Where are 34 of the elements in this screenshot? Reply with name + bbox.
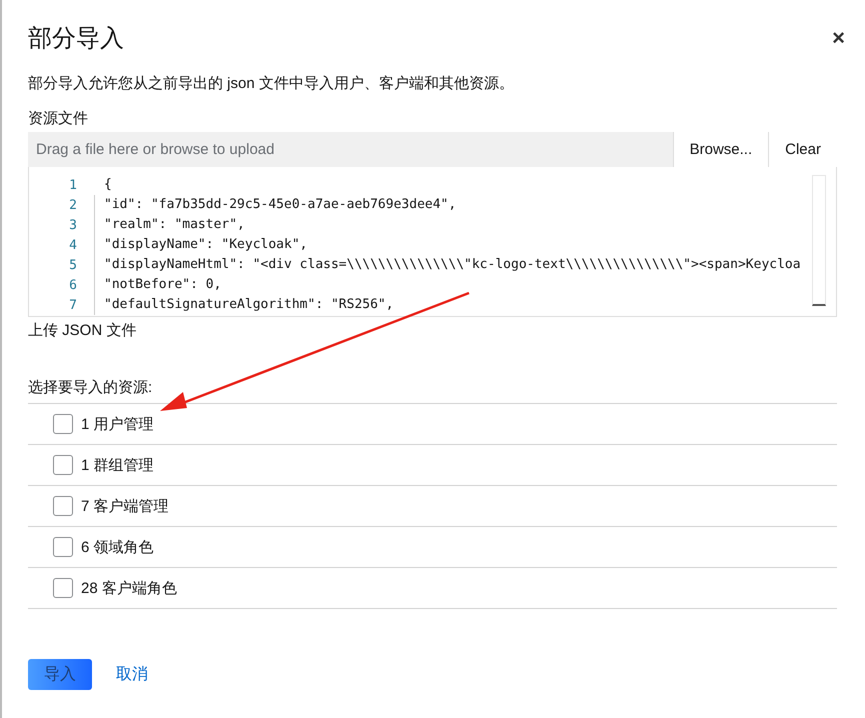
code-line: "id": "fa7b35dd-29c5-45e0-a7ae-aeb769e3dee4", (94, 195, 456, 215)
checkbox[interactable] (53, 578, 73, 598)
line-number: 1 (68, 178, 77, 192)
dialog-title: 部分导入 (28, 24, 124, 54)
description-text: 部分导入允许您从之前导出的 json 文件中导入用户、客户端和其他资源。 (28, 74, 515, 93)
checkbox-label: 28 客户端角色 (81, 578, 177, 598)
line-number: 3 (68, 218, 77, 232)
checkbox-label: 1 用户管理 (81, 414, 154, 434)
section-label: 选择要导入的资源: (28, 378, 154, 397)
line-number: 2 (68, 198, 77, 212)
checkbox[interactable] (53, 455, 73, 475)
code-line: { (104, 176, 112, 194)
file-input-field[interactable]: Drag a file here or browse to upload (28, 132, 673, 167)
code-line: "displayName": "Keycloak", (94, 235, 308, 255)
field-label: 资源文件 (28, 109, 89, 128)
code-line: "realm": "master", (94, 215, 245, 235)
line-number: 4 (68, 238, 77, 252)
checkbox-label: 6 领域角色 (81, 538, 154, 556)
line-number: 6 (68, 278, 77, 292)
helper-text: 上传 JSON 文件 (28, 321, 138, 340)
checkbox[interactable] (53, 537, 73, 557)
code-line: "defaultSignatureAlgorithm": "RS256", (94, 295, 394, 315)
scrollbar[interactable] (812, 175, 826, 306)
checkbox[interactable] (53, 496, 73, 516)
line-number: 5 (68, 258, 77, 272)
checkbox-label: 7 客户端管理 (81, 496, 169, 516)
checkbox-label: 1 群组管理 (81, 456, 154, 474)
code-line: "displayNameHtml": "<div class=\\\\\\\\\\\\\\\"kc-logo-text\\\\\\\\\\\\\\\"><span>Keycloa (94, 255, 801, 275)
close-button[interactable]: × (832, 25, 845, 51)
code-editor[interactable] (28, 167, 837, 317)
cancel-link[interactable]: 取消 (116, 664, 148, 685)
checkbox[interactable] (53, 414, 73, 434)
line-number: 7 (68, 298, 77, 312)
code-line: "notBefore": 0, (94, 275, 222, 295)
